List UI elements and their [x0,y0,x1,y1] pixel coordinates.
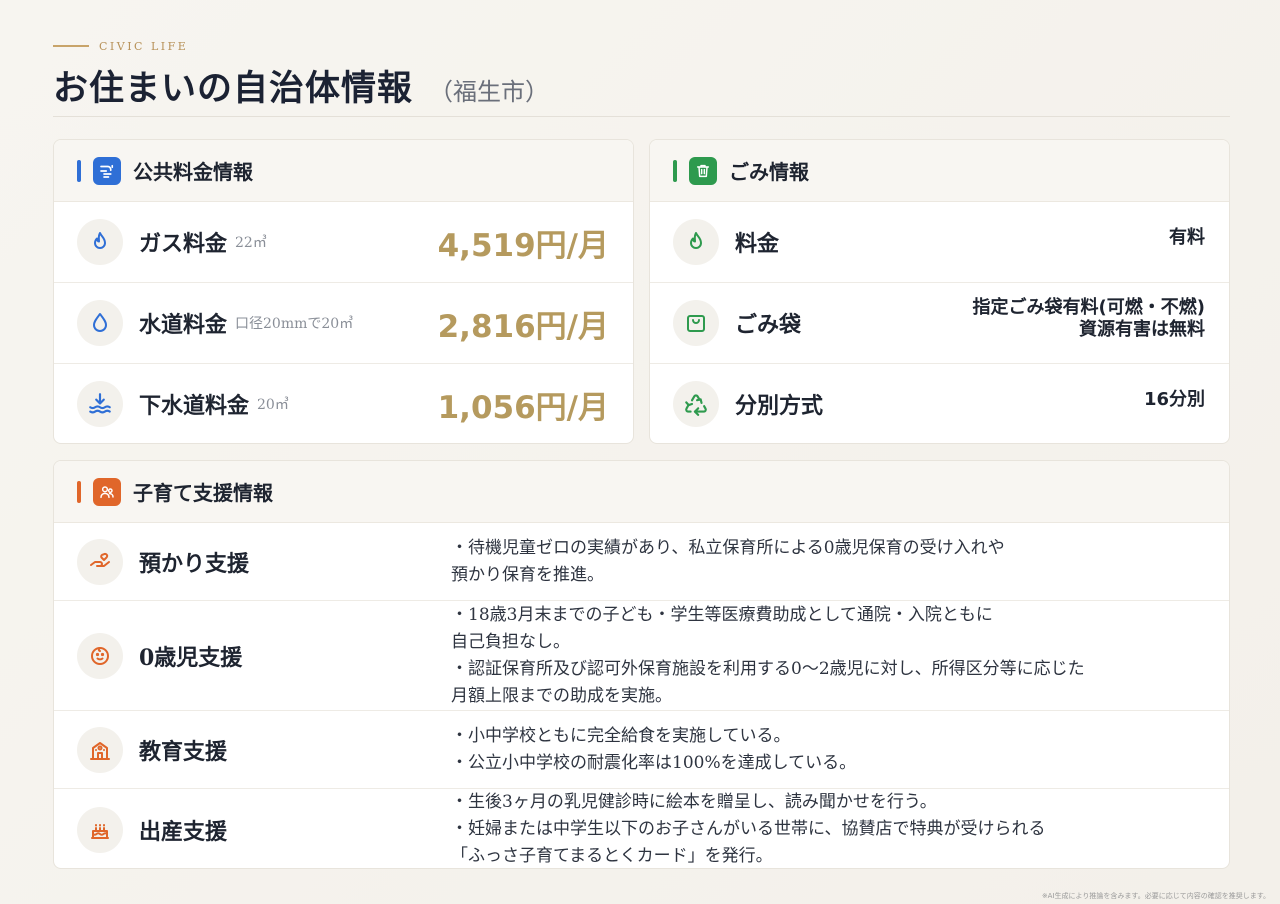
title-row: お住まいの自治体情報 （福生市） [53,60,1230,111]
utility-note: 22㎥ [235,235,267,251]
description-line: ・妊婦または中学生以下のお子さんがいる世帯に、協賛店で特典が受けられる [451,819,1046,839]
school-icon [77,726,123,773]
city-name: （福生市） [429,78,550,106]
description-line: ・待機児童ゼロの実績があり、私立保育所による0歳児保育の受け入れや [451,537,1005,558]
childcare-row-education: 教育支援 ・小中学校ともに完全給食を実施している。 ・公立小中学校の耐震化率は1… [54,711,1229,789]
sewer-icon [77,381,123,427]
childcare-description: ・生後3ヶ月の乳児健診時に絵本を贈呈し、読み聞かせを行う。 ・妊婦または中学生以… [451,789,1046,868]
description-line: 「ふっさ子育てまるとくカード」を発行。 [451,846,773,866]
childcare-title: 子育て支援情報 [133,481,273,505]
garbage-value-line: 資源有害は無料 [1079,319,1205,340]
childcare-row-infant: 0歳児支援 ・18歳3月末までの子ども・学生等医療費助成として通院・入院ともに … [54,601,1229,711]
childcare-label: 出産支援 [139,818,228,845]
flame-icon [673,219,719,265]
utility-row-gas: ガス料金 22㎥ 4,519円/月 [54,202,633,283]
garbage-card: ごみ情報 料金 有料 ごみ袋 指定ごみ袋有料(可燃・不燃) 資源有害は無料 分別… [649,139,1230,444]
family-icon [93,477,121,506]
utility-value: 4,519円/月 [437,227,609,264]
childcare-description: ・18歳3月末までの子ども・学生等医療費助成として通院・入院ともに 自己負担なし… [451,602,1085,710]
garbage-row-fee: 料金 有料 [650,202,1229,283]
utilities-title: 公共料金情報 [133,160,253,184]
description-line: ・18歳3月末までの子ども・学生等医療費助成として通院・入院ともに [451,604,993,625]
trash-icon [689,156,717,185]
utility-label: 水道料金 [139,312,228,338]
cake-icon [77,806,123,853]
utility-label: ガス料金 [139,231,228,257]
childcare-row-daycare: 預かり支援 ・待機児童ゼロの実績があり、私立保育所による0歳児保育の受け入れや … [54,523,1229,601]
childcare-card-header: 子育て支援情報 [54,461,1229,523]
utility-note: 口径20mmで20㎥ [235,316,354,332]
childcare-description: ・小中学校ともに完全給食を実施している。 ・公立小中学校の耐震化率は100%を達… [451,723,856,777]
garbage-label: ごみ袋 [735,312,802,338]
baby-icon [77,632,123,679]
section-accent-bar [77,480,81,503]
description-line: ・公立小中学校の耐震化率は100%を達成している。 [451,752,857,773]
utility-note: 20㎥ [257,397,289,413]
description-line: 自己負担なし。 [451,631,570,652]
childcare-row-birth: 出産支援 ・生後3ヶ月の乳児健診時に絵本を贈呈し、読み聞かせを行う。 ・妊婦また… [54,789,1229,868]
utilities-card-header: 公共料金情報 [54,140,633,202]
utilities-card: 公共料金情報 ガス料金 22㎥ 4,519円/月 水道料金 口径20mmで20㎥… [53,139,634,444]
childcare-label: 預かり支援 [139,550,250,577]
childcare-row-header: 預かり支援 [77,538,451,585]
childcare-description: ・待機児童ゼロの実績があり、私立保育所による0歳児保育の受け入れや 預かり保育を… [451,535,1005,589]
garbage-label: 料金 [735,231,780,257]
utility-value: 1,056円/月 [437,389,609,426]
childcare-row-header: 0歳児支援 [77,632,451,679]
childcare-card: 子育て支援情報 預かり支援 ・待機児童ゼロの実績があり、私立保育所による0歳児保… [53,460,1230,869]
garbage-value: 有料 [1169,227,1205,249]
garbage-card-header: ごみ情報 [650,140,1229,202]
page-title: お住まいの自治体情報 [53,68,414,109]
section-accent-bar [77,159,81,182]
garbage-value-line: 16分別 [1143,389,1205,410]
garbage-value-line: 有料 [1169,227,1205,248]
eyebrow: CIVIC LIFE [53,38,1230,54]
garbage-row-bag: ごみ袋 指定ごみ袋有料(可燃・不燃) 資源有害は無料 [650,283,1229,364]
eyebrow-rule [53,45,89,47]
garbage-row-sorting: 分別方式 16分別 [650,364,1229,443]
description-line: ・生後3ヶ月の乳児健診時に絵本を贈呈し、読み聞かせを行う。 [451,792,937,812]
recycle-icon [673,381,719,427]
faucet-icon [93,156,121,185]
garbage-title: ごみ情報 [729,160,809,184]
description-line: 預かり保育を推進。 [451,564,604,585]
utility-row-water: 水道料金 口径20mmで20㎥ 2,816円/月 [54,283,633,364]
section-accent-bar [673,159,677,182]
garbage-value: 16分別 [1144,389,1205,411]
header-divider [53,116,1230,117]
utility-value: 2,816円/月 [437,308,609,345]
childcare-label: 教育支援 [139,738,228,765]
hand-heart-icon [77,538,123,585]
ai-disclaimer: ※AI生成により推論を含みます。必要に応じて内容の確認を推奨します。 [1041,892,1270,900]
eyebrow-text: CIVIC LIFE [99,39,189,53]
water-drop-icon [77,300,123,346]
childcare-row-header: 教育支援 [77,726,451,773]
utility-row-sewer: 下水道料金 20㎥ 1,056円/月 [54,364,633,443]
description-line: ・小中学校ともに完全給食を実施している。 [451,725,791,746]
page-header: CIVIC LIFE お住まいの自治体情報 （福生市） [53,38,1230,111]
childcare-label: 0歳児支援 [139,644,243,671]
childcare-row-header: 出産支援 [77,806,451,853]
garbage-value: 指定ごみ袋有料(可燃・不燃) 資源有害は無料 [973,297,1205,341]
garbage-value-line: 指定ごみ袋有料(可燃・不燃) [972,297,1205,318]
garbage-label: 分別方式 [735,393,824,419]
flame-icon [77,219,123,265]
utility-label: 下水道料金 [139,393,250,419]
description-line: 月額上限までの助成を実施。 [451,685,672,706]
bag-icon [673,300,719,346]
description-line: ・認証保育所及び認可外保育施設を利用する0～2歳児に対し、所得区分等に応じた [451,658,1085,679]
